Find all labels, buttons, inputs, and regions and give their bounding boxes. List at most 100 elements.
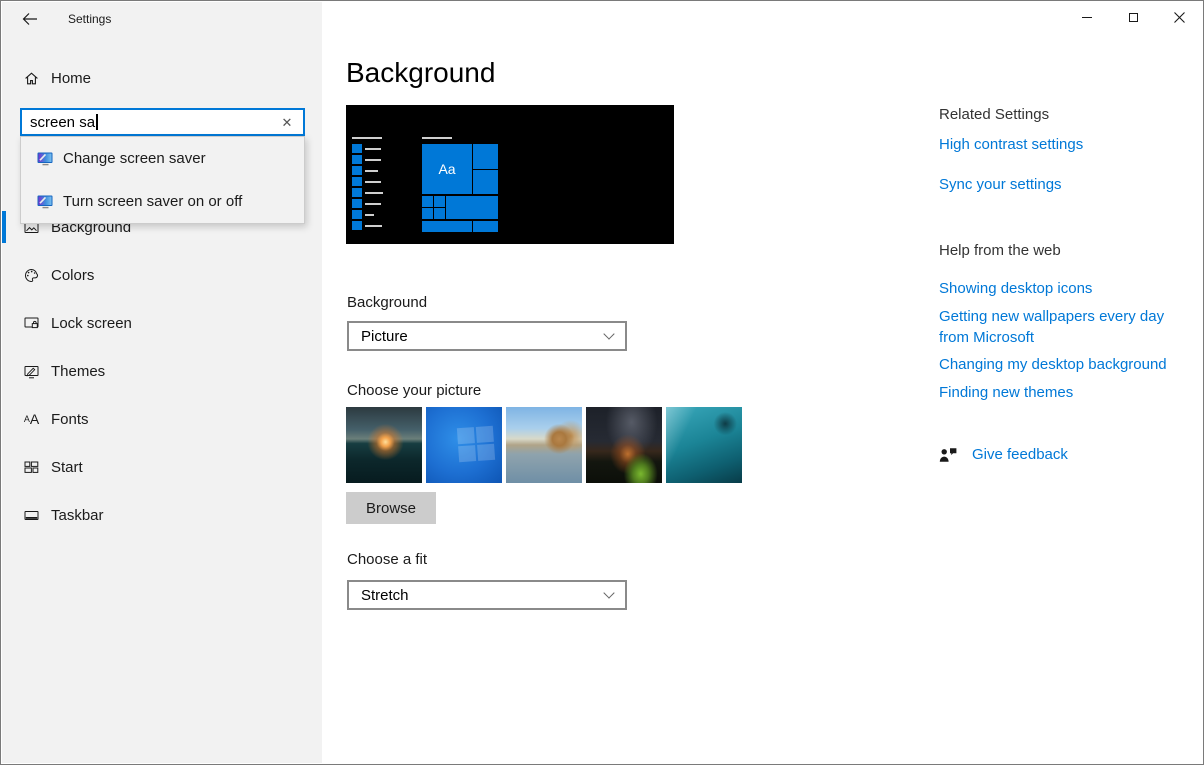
- app-title: Settings: [68, 12, 111, 26]
- preview-tile: [446, 196, 498, 219]
- preview-app-square: [352, 188, 362, 197]
- link-sync-your-settings[interactable]: Sync your settings: [939, 174, 1167, 195]
- sidebar-item-label: Start: [51, 459, 83, 476]
- preview-app-square: [352, 210, 362, 219]
- wallpaper-thumbnail-windows-default[interactable]: [426, 407, 502, 483]
- link-showing-desktop-icons[interactable]: Showing desktop icons: [939, 278, 1167, 299]
- sidebar-item-lock-screen[interactable]: Lock screen: [2, 303, 322, 343]
- maximize-icon: [1129, 13, 1138, 22]
- sidebar-item-taskbar[interactable]: Taskbar: [2, 495, 322, 535]
- choose-picture-label: Choose your picture: [347, 382, 481, 399]
- start-tiles-icon: [23, 459, 40, 476]
- background-preview: Aa: [346, 105, 674, 244]
- wallpaper-thumbnail-sunset[interactable]: [346, 407, 422, 483]
- preview-tile: [434, 196, 445, 207]
- suggestion-change-screen-saver[interactable]: Change screen saver: [21, 137, 304, 180]
- suggestion-label: Turn screen saver on or off: [63, 193, 242, 210]
- preview-tile: [473, 221, 498, 232]
- themes-icon: [23, 363, 40, 380]
- sidebar-item-fonts[interactable]: AA Fonts: [2, 399, 322, 439]
- search-suggestions-dropdown: Change screen saver Turn screen saver on…: [20, 136, 305, 224]
- link-high-contrast-settings[interactable]: High contrast settings: [939, 134, 1167, 155]
- preview-tile: [422, 208, 433, 219]
- chevron-down-icon: [603, 587, 614, 598]
- link-getting-new-wallpapers[interactable]: Getting new wallpapers every day from Mi…: [939, 306, 1167, 348]
- preview-app-line: [365, 170, 378, 172]
- preview-app-square: [352, 144, 362, 153]
- chevron-down-icon: [603, 328, 614, 339]
- choose-fit-dropdown[interactable]: Stretch: [347, 580, 627, 610]
- sidebar-item-themes[interactable]: Themes: [2, 351, 322, 391]
- search-input[interactable]: screen sa ✕: [20, 108, 305, 136]
- settings-window: Settings Home Background Colors: [0, 0, 1204, 765]
- sidebar-item-start[interactable]: Start: [2, 447, 322, 487]
- preview-tile: [422, 196, 433, 207]
- close-button[interactable]: [1156, 2, 1202, 33]
- sidebar-item-home[interactable]: Home: [2, 58, 322, 98]
- palette-icon: [23, 267, 40, 284]
- preview-app-square: [352, 221, 362, 230]
- preview-aa-tile: Aa: [422, 144, 472, 194]
- preview-app-square: [352, 166, 362, 175]
- preview-app-square: [352, 177, 362, 186]
- wallpaper-thumbnail-beach-rocks[interactable]: [506, 407, 582, 483]
- wallpaper-thumbnail-underwater[interactable]: [666, 407, 742, 483]
- windows-logo-shape: [457, 426, 495, 462]
- preview-app-line: [365, 148, 381, 150]
- sidebar-item-label: Themes: [51, 363, 105, 380]
- browse-button[interactable]: Browse: [346, 492, 436, 524]
- preview-tile: [434, 208, 445, 219]
- preview-app-line: [365, 214, 374, 216]
- sidebar: Settings Home Background Colors: [2, 2, 322, 763]
- background-type-dropdown[interactable]: Picture: [347, 321, 627, 351]
- preview-app-square: [352, 155, 362, 164]
- suggestion-turn-screen-saver[interactable]: Turn screen saver on or off: [21, 180, 304, 223]
- preview-app-line: [365, 192, 383, 194]
- preview-list-header: [352, 137, 382, 139]
- wallpaper-thumbnail-night-sky[interactable]: [586, 407, 662, 483]
- sidebar-item-colors[interactable]: Colors: [2, 255, 322, 295]
- back-button[interactable]: [19, 9, 41, 29]
- preview-tile-group-header: [422, 137, 452, 139]
- minimize-icon: [1082, 17, 1092, 18]
- link-changing-desktop-background[interactable]: Changing my desktop background: [939, 354, 1167, 375]
- maximize-button[interactable]: [1110, 2, 1156, 33]
- sidebar-item-label: Lock screen: [51, 315, 132, 332]
- minimize-button[interactable]: [1064, 2, 1110, 33]
- suggestion-label: Change screen saver: [63, 150, 206, 167]
- taskbar-icon: [23, 507, 40, 524]
- preview-tile: [473, 144, 498, 169]
- home-icon: [23, 70, 40, 87]
- preview-tile: [422, 221, 472, 232]
- preview-app-line: [365, 225, 382, 227]
- lock-screen-icon: [23, 315, 40, 332]
- fonts-icon: AA: [23, 411, 40, 428]
- search-text: screen sa: [30, 114, 95, 131]
- help-from-web-title: Help from the web: [939, 242, 1061, 259]
- text-caret: [96, 114, 98, 130]
- screen-saver-icon: [37, 195, 54, 209]
- sidebar-item-label: Taskbar: [51, 507, 104, 524]
- screen-saver-icon: [37, 152, 54, 166]
- link-finding-new-themes[interactable]: Finding new themes: [939, 382, 1167, 403]
- preview-app-line: [365, 203, 381, 205]
- sidebar-item-label: Colors: [51, 267, 94, 284]
- sidebar-item-label: Fonts: [51, 411, 89, 428]
- clear-search-icon[interactable]: ✕: [279, 116, 295, 129]
- dropdown-value: Stretch: [361, 587, 409, 604]
- page-title: Background: [346, 57, 495, 89]
- preview-app-line: [365, 181, 381, 183]
- back-arrow-icon: [22, 12, 38, 26]
- choose-fit-label: Choose a fit: [347, 551, 427, 568]
- give-feedback[interactable]: Give feedback: [939, 446, 1068, 463]
- background-type-label: Background: [347, 294, 427, 311]
- sidebar-item-label: Home: [51, 70, 91, 87]
- preview-app-square: [352, 199, 362, 208]
- close-icon: [1174, 12, 1185, 23]
- related-settings-title: Related Settings: [939, 106, 1049, 123]
- preview-app-line: [365, 159, 381, 161]
- feedback-person-icon: [939, 447, 958, 463]
- preview-tile: [473, 170, 498, 194]
- dropdown-value: Picture: [361, 328, 408, 345]
- give-feedback-label: Give feedback: [972, 446, 1068, 463]
